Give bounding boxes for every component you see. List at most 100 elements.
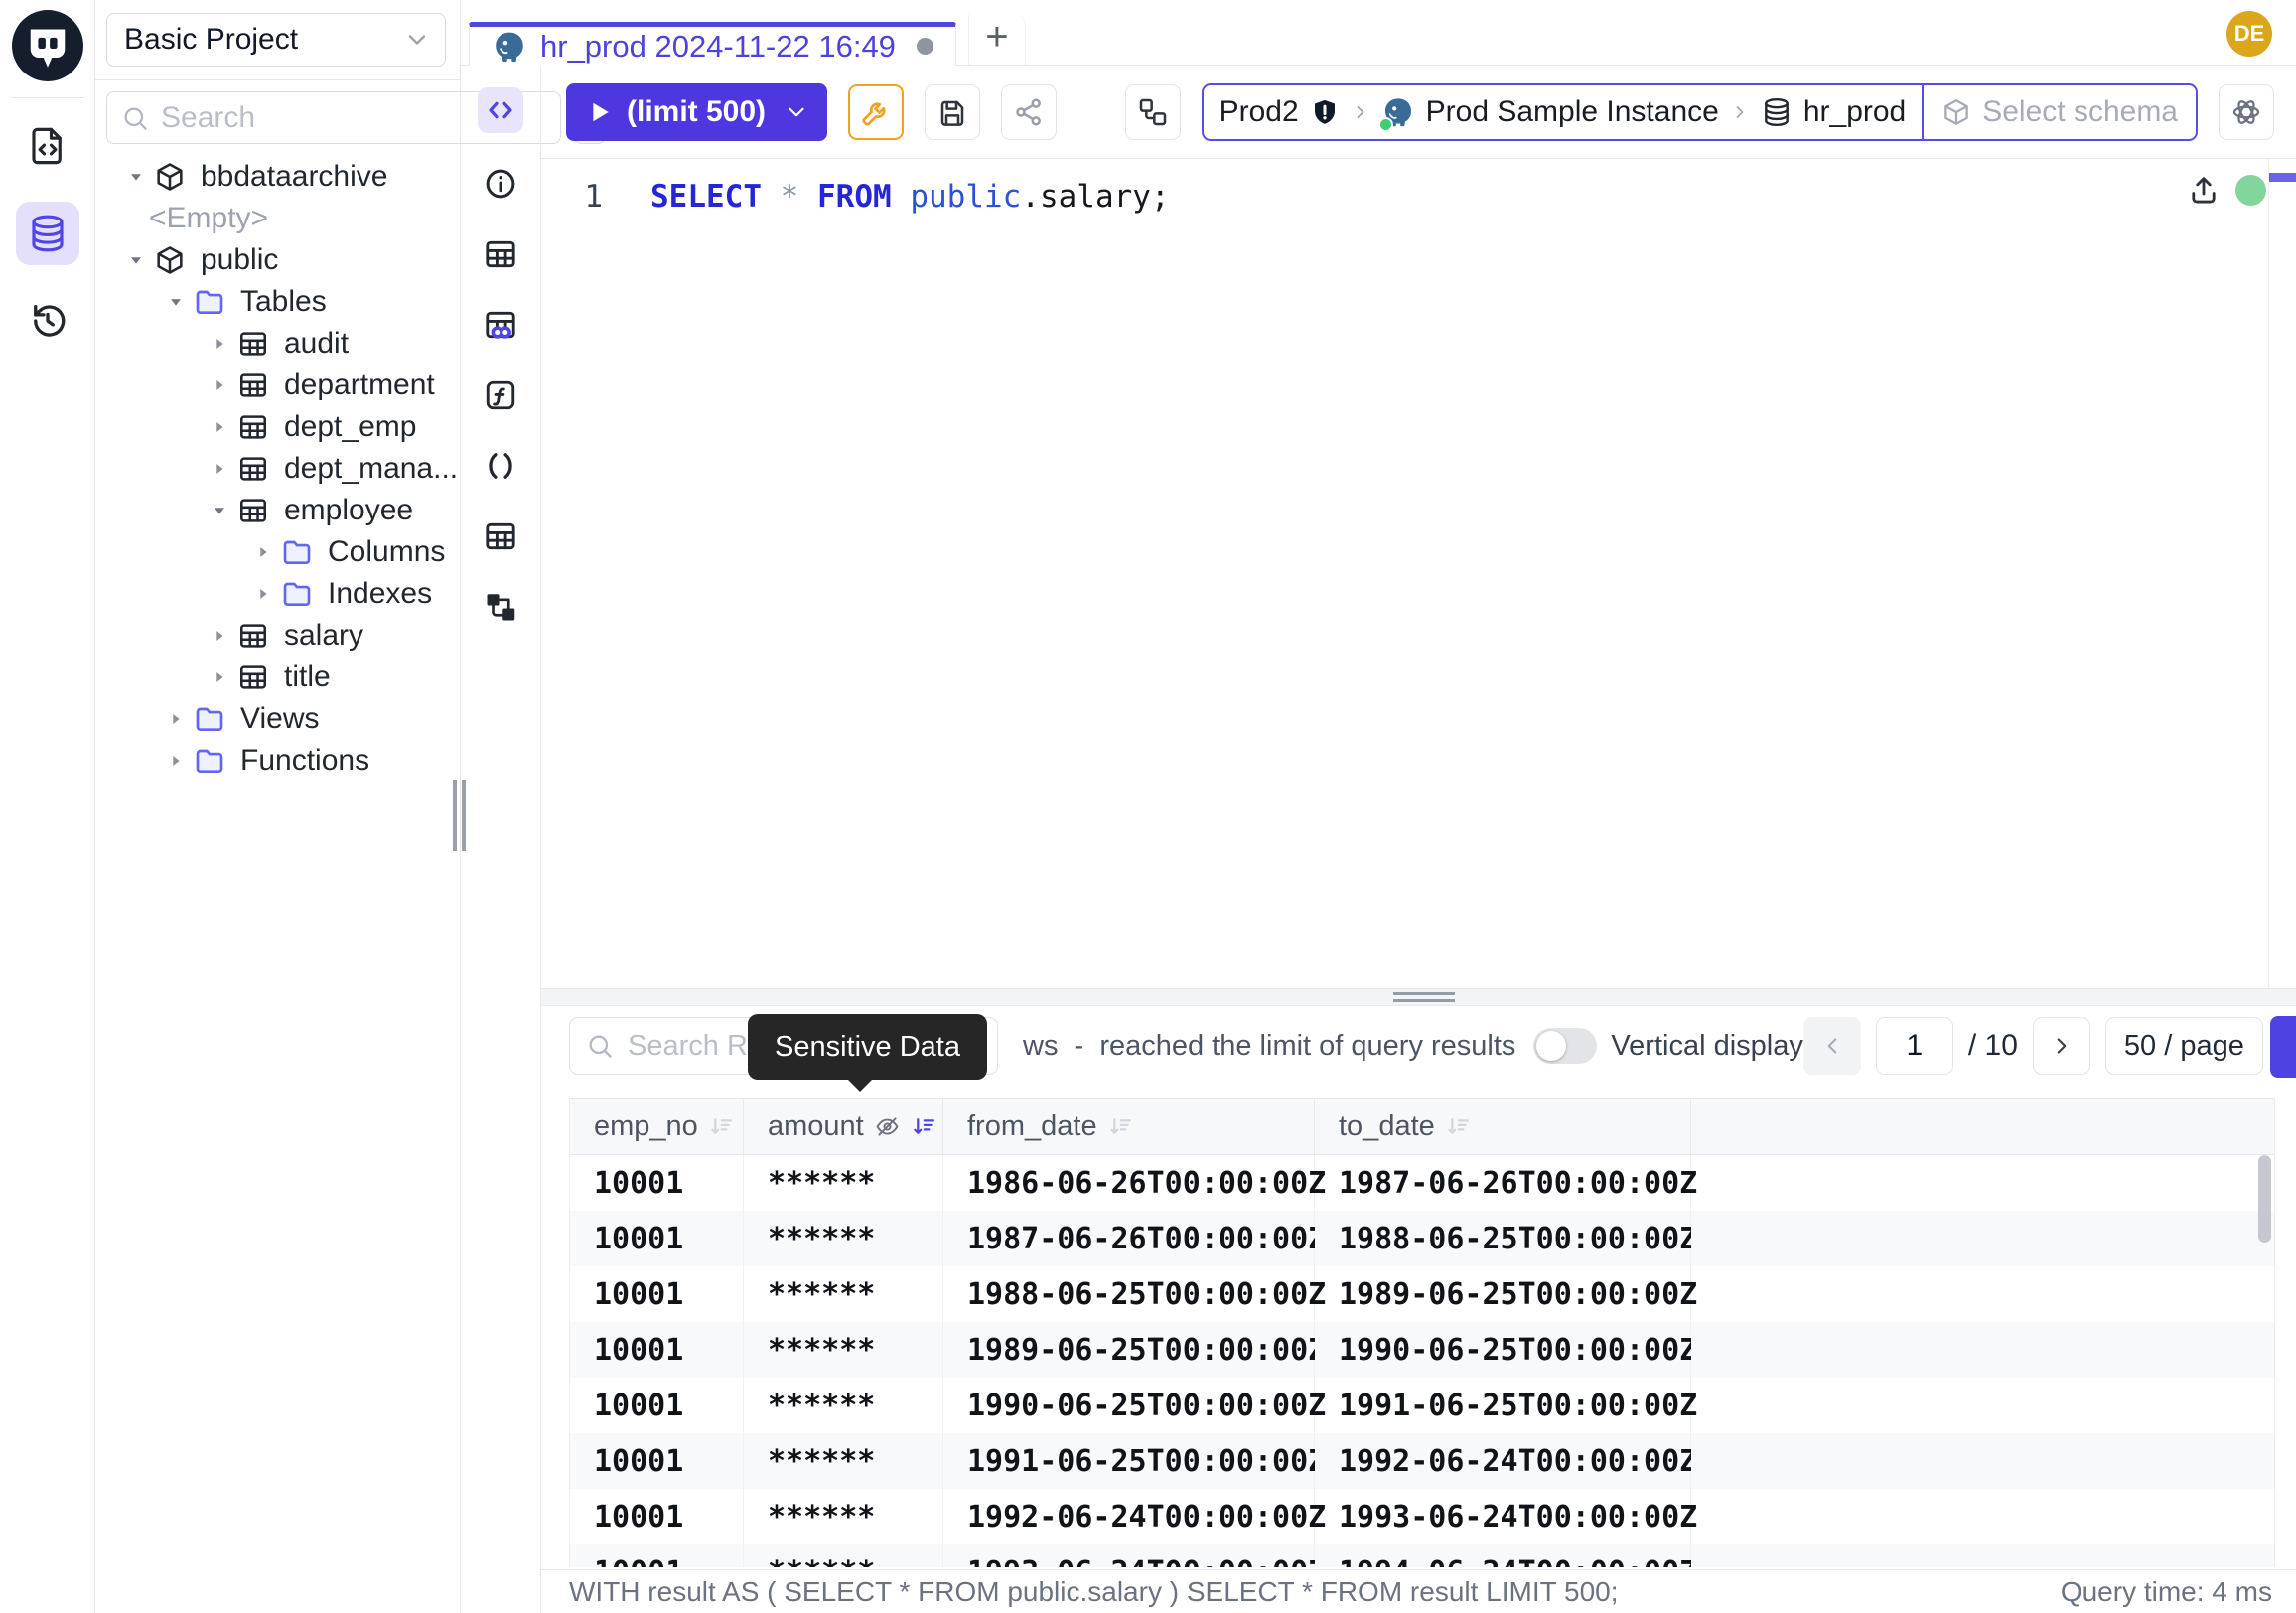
share-sheet-button[interactable]: [1001, 84, 1057, 140]
table-cell[interactable]: 1993-06-24T00:00:00Z: [943, 1544, 1315, 1567]
table-cell[interactable]: 1987-06-26T00:00:00Z: [943, 1211, 1315, 1266]
table-cell[interactable]: 10001: [570, 1266, 744, 1322]
previous-page-button[interactable]: [1803, 1017, 1861, 1075]
column-header-to-date[interactable]: to_date: [1315, 1098, 1691, 1155]
tree-item-empty[interactable]: <Empty>: [95, 198, 460, 239]
table-cell[interactable]: ******: [744, 1544, 943, 1567]
table-cell[interactable]: 1990-06-25T00:00:00Z: [943, 1378, 1315, 1433]
tab-hr-prod[interactable]: hr_prod 2024-11-22 16:49: [469, 22, 956, 66]
tree-item-title[interactable]: title: [95, 657, 460, 698]
table-cell[interactable]: ******: [744, 1322, 943, 1378]
external-tables-panel-button[interactable]: [481, 516, 520, 556]
table-cell[interactable]: 10001: [570, 1544, 744, 1567]
column-header-from-date[interactable]: from_date: [943, 1098, 1315, 1155]
tree-item-functions[interactable]: Functions: [95, 740, 460, 782]
tree-item-employee[interactable]: employee: [95, 490, 460, 531]
table-cell[interactable]: ******: [744, 1489, 943, 1544]
ai-assistant-button[interactable]: [2219, 84, 2274, 140]
table-cell[interactable]: ******: [744, 1266, 943, 1322]
vertical-display-toggle[interactable]: [1533, 1028, 1597, 1064]
table-cell[interactable]: 10001: [570, 1155, 744, 1211]
sort-icon[interactable]: [1445, 1113, 1472, 1140]
tree-item-columns[interactable]: Columns: [95, 531, 460, 573]
history-nav-button[interactable]: [16, 289, 79, 353]
page-size-select[interactable]: 50 / page: [2105, 1017, 2263, 1075]
panel-resize-divider[interactable]: [541, 988, 2296, 1006]
next-page-button[interactable]: [2033, 1017, 2090, 1075]
table-cell[interactable]: 10001: [570, 1489, 744, 1544]
page-number-input[interactable]: [1876, 1017, 1953, 1075]
table-cell[interactable]: 1991-06-25T00:00:00Z: [943, 1433, 1315, 1489]
caret-right-icon[interactable]: [203, 668, 236, 686]
select-schema-button[interactable]: Select schema: [1922, 85, 2196, 139]
database-nav-button[interactable]: [16, 202, 79, 265]
caret-down-icon[interactable]: [119, 251, 153, 269]
caret-right-icon[interactable]: [203, 627, 236, 645]
caret-right-icon[interactable]: [246, 543, 280, 561]
caret-right-icon[interactable]: [246, 585, 280, 603]
table-cell[interactable]: 1986-06-26T00:00:00Z: [943, 1155, 1315, 1211]
caret-down-icon[interactable]: [119, 168, 153, 186]
upload-icon[interactable]: [2187, 173, 2221, 207]
table-cell[interactable]: 10001: [570, 1322, 744, 1378]
tree-item-bbdataarchive[interactable]: bbdataarchive: [95, 156, 460, 198]
table-cell[interactable]: ******: [744, 1211, 943, 1266]
worksheet-nav-button[interactable]: [16, 114, 79, 178]
tree-item-views[interactable]: Views: [95, 698, 460, 740]
table-cell[interactable]: 10001: [570, 1433, 744, 1489]
tree-item-department[interactable]: department: [95, 365, 460, 406]
caret-right-icon[interactable]: [159, 710, 193, 728]
table-cell[interactable]: 1991-06-25T00:00:00Z: [1315, 1378, 1691, 1433]
sort-icon[interactable]: [1107, 1113, 1134, 1140]
tree-item-dept-mana[interactable]: dept_mana...: [95, 448, 460, 490]
caret-right-icon[interactable]: [203, 335, 236, 353]
connection-breadcrumb[interactable]: Prod2 Prod Sample Instance hr_prod Selec…: [1202, 83, 2198, 141]
table-cell[interactable]: 10001: [570, 1211, 744, 1266]
table-cell[interactable]: ******: [744, 1155, 943, 1211]
resize-handle-icon[interactable]: [1393, 992, 1455, 1006]
column-header-emp-no[interactable]: emp_no: [570, 1098, 744, 1155]
tables-panel-button[interactable]: [481, 234, 520, 274]
table-cell[interactable]: 1992-06-24T00:00:00Z: [1315, 1433, 1691, 1489]
table-cell[interactable]: 10001: [570, 1378, 744, 1433]
caret-right-icon[interactable]: [203, 418, 236, 436]
eye-off-icon[interactable]: [874, 1113, 901, 1140]
save-sheet-button[interactable]: [925, 84, 980, 140]
results-action-button[interactable]: [2270, 1016, 2296, 1078]
table-cell[interactable]: 1992-06-24T00:00:00Z: [943, 1489, 1315, 1544]
sort-icon[interactable]: [708, 1113, 735, 1140]
table-cell[interactable]: 1994-06-24T00:00:00Z: [1315, 1544, 1691, 1567]
caret-down-icon[interactable]: [159, 293, 193, 311]
run-query-button[interactable]: (limit 500): [566, 83, 827, 141]
table-cell[interactable]: 1987-06-26T00:00:00Z: [1315, 1155, 1691, 1211]
sidebar-resize-handle[interactable]: [453, 780, 466, 851]
tree-item-salary[interactable]: salary: [95, 615, 460, 657]
functions-panel-button[interactable]: [481, 375, 520, 415]
caret-right-icon[interactable]: [159, 752, 193, 770]
admin-mode-button[interactable]: [848, 84, 904, 140]
sort-icon[interactable]: [911, 1113, 937, 1140]
table-cell[interactable]: 1993-06-24T00:00:00Z: [1315, 1489, 1691, 1544]
caret-right-icon[interactable]: [203, 460, 236, 478]
sensitive-tables-panel-button[interactable]: [481, 305, 520, 345]
table-cell[interactable]: 1988-06-25T00:00:00Z: [943, 1266, 1315, 1322]
tree-item-public[interactable]: public: [95, 239, 460, 281]
table-cell[interactable]: 1989-06-25T00:00:00Z: [943, 1322, 1315, 1378]
tree-item-audit[interactable]: audit: [95, 323, 460, 365]
tree-item-indexes[interactable]: Indexes: [95, 573, 460, 615]
table-cell[interactable]: 1988-06-25T00:00:00Z: [1315, 1211, 1691, 1266]
caret-down-icon[interactable]: [203, 502, 236, 519]
tree-item-dept-emp[interactable]: dept_emp: [95, 406, 460, 448]
table-cell[interactable]: ******: [744, 1378, 943, 1433]
procedures-panel-button[interactable]: [481, 446, 520, 486]
tree-item-tables[interactable]: Tables: [95, 281, 460, 323]
table-cell[interactable]: 1989-06-25T00:00:00Z: [1315, 1266, 1691, 1322]
table-cell[interactable]: ******: [744, 1433, 943, 1489]
code-panel-button[interactable]: [478, 87, 523, 133]
caret-right-icon[interactable]: [203, 376, 236, 394]
table-scrollbar[interactable]: [2258, 1155, 2271, 1243]
project-selector[interactable]: Basic Project: [106, 13, 446, 67]
bytebase-logo-icon[interactable]: [12, 10, 83, 81]
new-tab-button[interactable]: +: [968, 15, 1026, 65]
sql-editor[interactable]: 1 SELECT * FROM public.salary;: [541, 159, 2296, 988]
